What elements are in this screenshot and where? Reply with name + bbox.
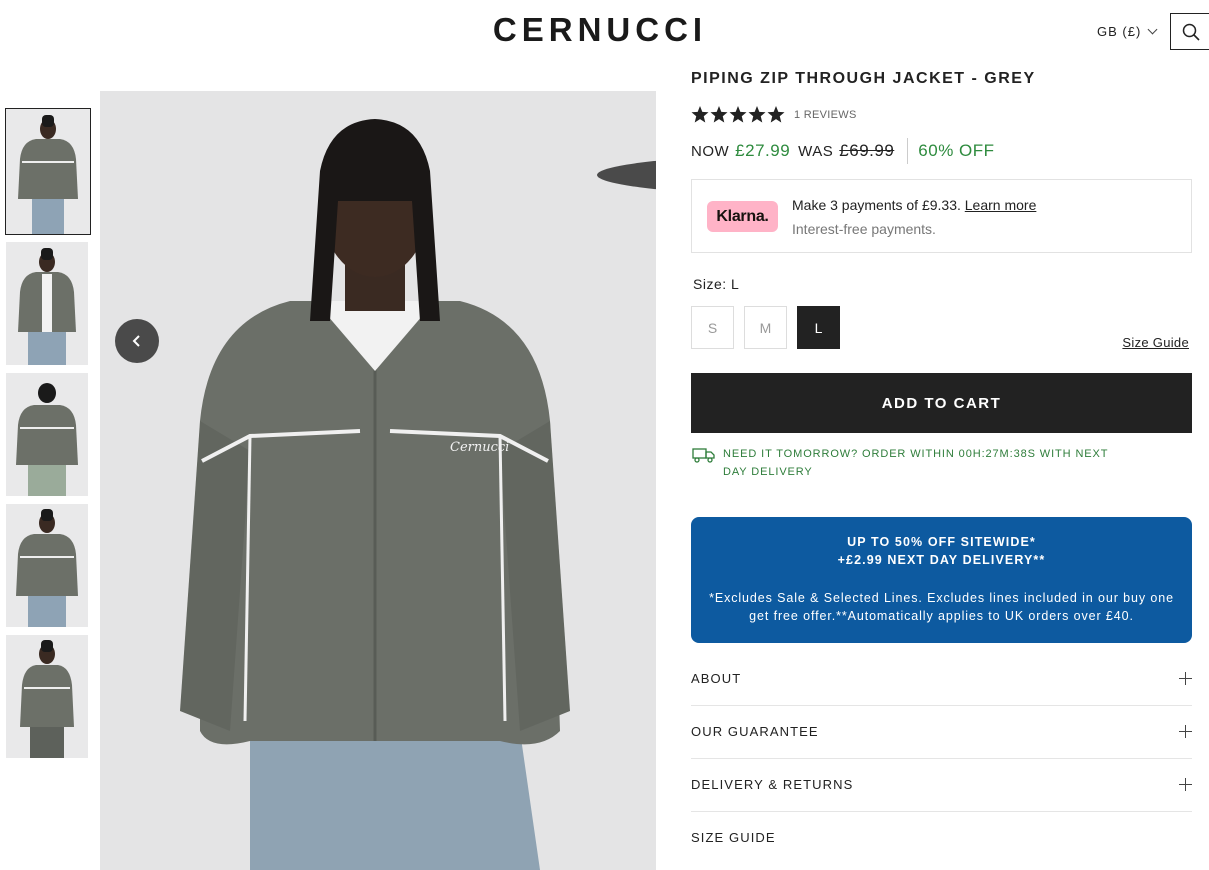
price-row: NOW £27.99 WAS £69.99 60% OFF — [691, 138, 995, 164]
size-option-s[interactable]: S — [691, 306, 734, 349]
truck-icon — [692, 448, 715, 463]
thumbnail-1[interactable] — [5, 108, 91, 235]
svg-text:CERNUCCI: CERNUCCI — [493, 14, 707, 46]
site-header: CERNUCCI GB (£) — [0, 0, 1209, 62]
accordion-label: ABOUT — [691, 671, 742, 686]
locale-label: GB (£) — [1097, 24, 1142, 39]
plus-icon — [1179, 778, 1192, 791]
promo-delivery: +£2.99 NEXT DAY DELIVERY** — [837, 553, 1046, 567]
thumbnail-3[interactable] — [6, 373, 88, 496]
was-label: WAS — [798, 142, 834, 160]
thumbnail-5[interactable] — [6, 635, 88, 758]
accordion-label: OUR GUARANTEE — [691, 724, 819, 739]
plus-icon — [1179, 725, 1192, 738]
add-to-cart-button[interactable]: ADD TO CART — [691, 373, 1192, 433]
accordion-guarantee[interactable]: OUR GUARANTEE — [691, 706, 1192, 759]
main-product-image: Cernucci — [100, 91, 656, 870]
klarna-payments-text: Make 3 payments of £9.33. — [792, 197, 961, 213]
star-icon — [729, 106, 747, 123]
delivery-text: NEED IT TOMORROW? ORDER WITHIN 00H:27M:3… — [723, 448, 1109, 478]
klarna-learn-more-link[interactable]: Learn more — [965, 197, 1037, 213]
product-title: PIPING ZIP THROUGH JACKET - GREY — [691, 70, 1036, 87]
klarna-interest-text: Interest-free payments. — [792, 221, 936, 237]
accordion-label: DELIVERY & RETURNS — [691, 777, 854, 792]
size-guide-link[interactable]: Size Guide — [1122, 335, 1189, 350]
prev-image-button[interactable] — [115, 319, 159, 363]
klarna-message: Make 3 payments of £9.33. Learn more — [792, 197, 1036, 213]
star-icon — [691, 106, 709, 123]
price-divider — [907, 138, 909, 164]
now-label: NOW — [691, 142, 730, 160]
star-icon — [748, 106, 766, 123]
accordion-size-guide[interactable]: SIZE GUIDE — [691, 812, 1192, 865]
thumbnail-list — [5, 108, 91, 766]
svg-text:Cernucci: Cernucci — [450, 440, 509, 455]
search-icon — [1182, 23, 1200, 41]
locale-selector[interactable]: GB (£) — [1097, 24, 1158, 39]
promo-terms: *Excludes Sale & Selected Lines. Exclude… — [709, 591, 1174, 623]
reviews-count[interactable]: 1 REVIEWS — [794, 109, 857, 121]
size-option-l[interactable]: L — [797, 306, 840, 349]
accordion-label: SIZE GUIDE — [691, 830, 776, 845]
search-button[interactable] — [1170, 13, 1209, 50]
chevron-down-icon — [1147, 24, 1158, 35]
thumbnail-2[interactable] — [6, 242, 88, 365]
now-price: £27.99 — [735, 141, 791, 160]
accordion-about[interactable]: ABOUT — [691, 653, 1192, 706]
klarna-box: Klarna. Make 3 payments of £9.33. Learn … — [691, 179, 1192, 253]
promo-banner: UP TO 50% OFF SITEWIDE* +£2.99 NEXT DAY … — [691, 517, 1192, 643]
product-rating[interactable]: 1 REVIEWS — [691, 106, 857, 123]
was-price: £69.99 — [839, 141, 895, 160]
size-label: Size: L — [693, 276, 740, 292]
accordion-delivery-returns[interactable]: DELIVERY & RETURNS — [691, 759, 1192, 812]
plus-icon — [1179, 672, 1192, 685]
brand-logo[interactable]: CERNUCCI — [473, 14, 728, 46]
discount-label: 60% OFF — [918, 141, 995, 160]
chevron-left-icon — [132, 335, 140, 347]
star-icon — [710, 106, 728, 123]
thumbnail-4[interactable] — [6, 504, 88, 627]
size-option-m[interactable]: M — [744, 306, 787, 349]
klarna-logo: Klarna. — [707, 201, 778, 232]
promo-headline: UP TO 50% OFF SITEWIDE* — [847, 535, 1036, 549]
star-icon — [767, 106, 785, 123]
